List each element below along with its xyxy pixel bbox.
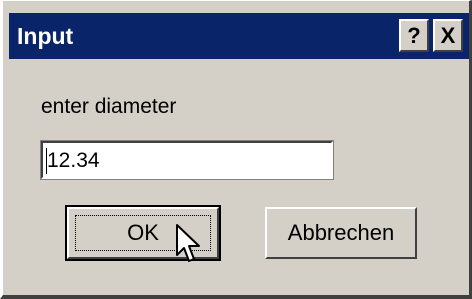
- cancel-button[interactable]: Abbrechen: [265, 207, 417, 259]
- help-button[interactable]: ?: [399, 19, 429, 52]
- prompt-label: enter diameter: [41, 95, 177, 118]
- cancel-button-label: Abbrechen: [287, 220, 395, 245]
- diameter-input-value: 12.34: [47, 149, 100, 172]
- title-bar[interactable]: Input ? X: [9, 13, 469, 59]
- diameter-input[interactable]: 12.34: [40, 140, 334, 180]
- input-dialog: Input ? X enter diameter 12.34 OK Abbrec…: [0, 0, 472, 299]
- window-title: Input: [17, 23, 74, 49]
- mouse-pointer-icon: [176, 224, 200, 262]
- close-button[interactable]: X: [433, 19, 463, 52]
